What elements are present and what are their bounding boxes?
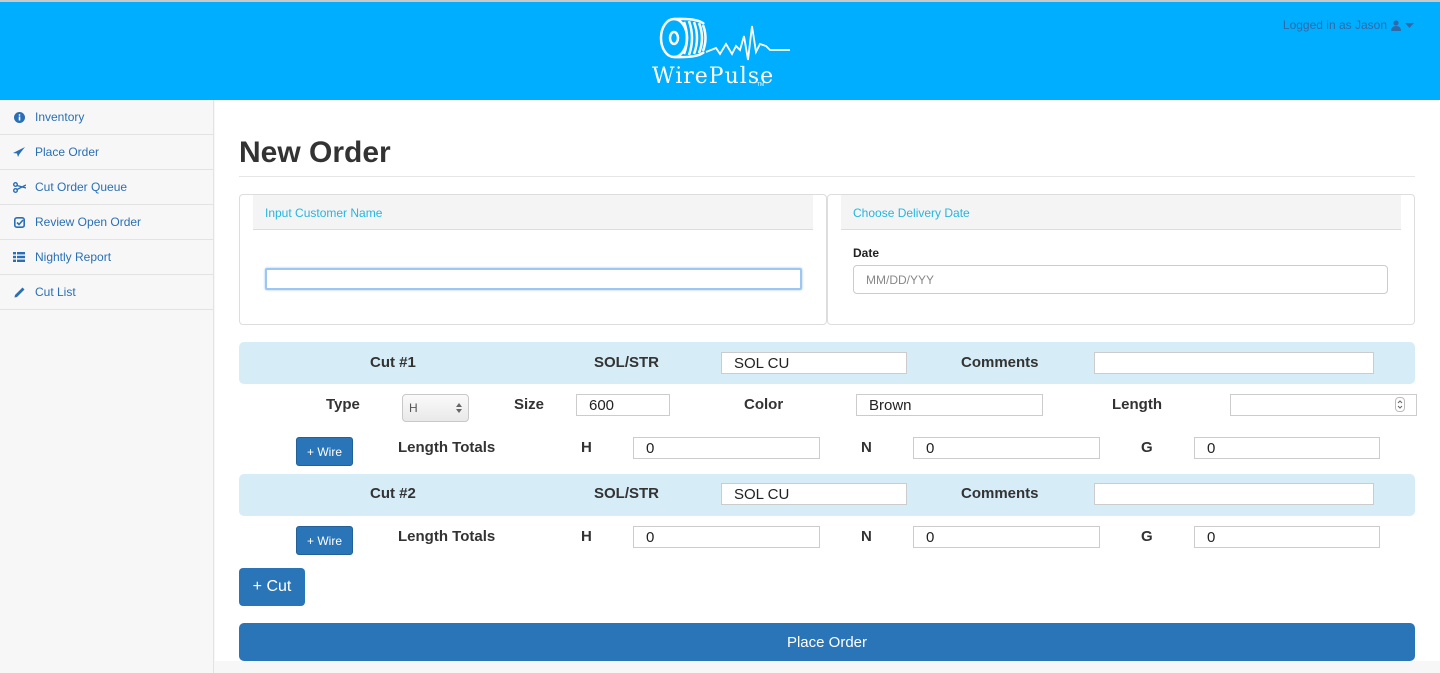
length-field xyxy=(1230,394,1417,417)
color-label: Color xyxy=(744,396,784,413)
spinner-arrows-icon xyxy=(1397,400,1403,409)
add-wire-button[interactable]: + Wire xyxy=(296,437,353,466)
caret-down-icon xyxy=(1405,22,1414,28)
type-label: Type xyxy=(326,396,360,413)
type-select-value: H xyxy=(409,401,418,415)
total-n-input[interactable] xyxy=(913,437,1100,459)
sidebar-item-place-order[interactable]: Place Order xyxy=(0,135,213,170)
title-divider xyxy=(239,176,1415,177)
length-totals-label: Length Totals xyxy=(398,439,496,456)
check-square-icon xyxy=(12,215,26,229)
place-order-button[interactable]: Place Order xyxy=(239,623,1415,661)
user-icon xyxy=(1391,19,1401,31)
comments-input[interactable] xyxy=(1094,352,1374,374)
size-input[interactable] xyxy=(576,394,670,416)
total-h-label: H xyxy=(581,439,592,456)
total-h-label: H xyxy=(581,528,592,545)
total-h-input[interactable] xyxy=(633,437,820,459)
pencil-icon xyxy=(12,285,26,299)
add-cut-button[interactable]: + Cut xyxy=(239,568,305,606)
sol-str-input[interactable] xyxy=(721,352,907,374)
total-g-input[interactable] xyxy=(1194,526,1380,548)
list-icon xyxy=(12,250,26,264)
total-g-input[interactable] xyxy=(1194,437,1380,459)
length-label: Length xyxy=(1112,396,1162,413)
delivery-date-input[interactable] xyxy=(853,265,1388,294)
sidebar-item-label: Cut Order Queue xyxy=(35,180,128,194)
delivery-date-panel: Choose Delivery Date Date xyxy=(827,194,1415,325)
sidebar-item-cut-order-queue[interactable]: Cut Order Queue xyxy=(0,170,213,205)
length-totals-label: Length Totals xyxy=(398,528,496,545)
sidebar-item-label: Inventory xyxy=(35,110,85,124)
trademark: TM xyxy=(757,82,765,88)
paper-plane-icon xyxy=(12,145,26,159)
customer-name-panel: Input Customer Name xyxy=(239,194,827,325)
sol-str-label: SOL/STR xyxy=(594,485,660,502)
sidebar-item-label: Nightly Report xyxy=(35,250,112,264)
customer-panel-heading: Input Customer Name xyxy=(253,195,813,230)
sidebar-item-label: Place Order xyxy=(35,145,100,159)
total-h-input[interactable] xyxy=(633,526,820,548)
customer-name-input[interactable] xyxy=(265,268,802,290)
sidebar-item-label: Review Open Order xyxy=(35,215,142,229)
add-wire-button[interactable]: + Wire xyxy=(296,526,353,555)
date-label: Date xyxy=(853,246,880,260)
sidebar-item-cut-list[interactable]: Cut List xyxy=(0,275,213,310)
color-input[interactable] xyxy=(856,394,1043,416)
total-n-input[interactable] xyxy=(913,526,1100,548)
app-header: WirePulse TM Logged in as Jason xyxy=(0,2,1440,100)
sidebar-item-label: Cut List xyxy=(35,285,76,299)
info-circle-icon xyxy=(12,110,26,124)
main-content: New Order Input Customer Name Choose Del… xyxy=(215,100,1440,661)
comments-label: Comments xyxy=(961,354,1039,371)
date-panel-heading: Choose Delivery Date xyxy=(841,195,1401,230)
length-input[interactable] xyxy=(1230,394,1417,416)
comments-input[interactable] xyxy=(1094,483,1374,505)
user-label: Logged in as Jason xyxy=(1282,18,1387,32)
type-select[interactable]: H xyxy=(402,394,469,422)
total-g-label: G xyxy=(1141,528,1153,545)
total-n-label: N xyxy=(861,439,872,456)
user-menu[interactable]: Logged in as Jason xyxy=(1283,18,1414,32)
cut-title: Cut #1 xyxy=(370,354,416,371)
length-spinner[interactable] xyxy=(1395,397,1405,412)
cut-2-header: Cut #2 SOL/STR Comments xyxy=(239,474,1415,516)
total-g-label: G xyxy=(1141,439,1153,456)
page-title: New Order xyxy=(239,136,391,169)
sidebar-item-inventory[interactable]: Inventory xyxy=(0,100,213,135)
scissors-icon xyxy=(12,180,26,194)
cut-title: Cut #2 xyxy=(370,485,416,502)
sidebar: Inventory Place Order Cut Order Queue Re… xyxy=(0,100,214,673)
cut-1-header: Cut #1 SOL/STR Comments xyxy=(239,342,1415,384)
sidebar-item-nightly-report[interactable]: Nightly Report xyxy=(0,240,213,275)
sol-str-input[interactable] xyxy=(721,483,907,505)
total-n-label: N xyxy=(861,528,872,545)
sidebar-item-review-open-order[interactable]: Review Open Order xyxy=(0,205,213,240)
sol-str-label: SOL/STR xyxy=(594,354,660,371)
brand-name: WirePulse xyxy=(652,64,775,89)
size-label: Size xyxy=(514,396,545,413)
select-arrows-icon xyxy=(456,403,462,413)
comments-label: Comments xyxy=(961,485,1039,502)
